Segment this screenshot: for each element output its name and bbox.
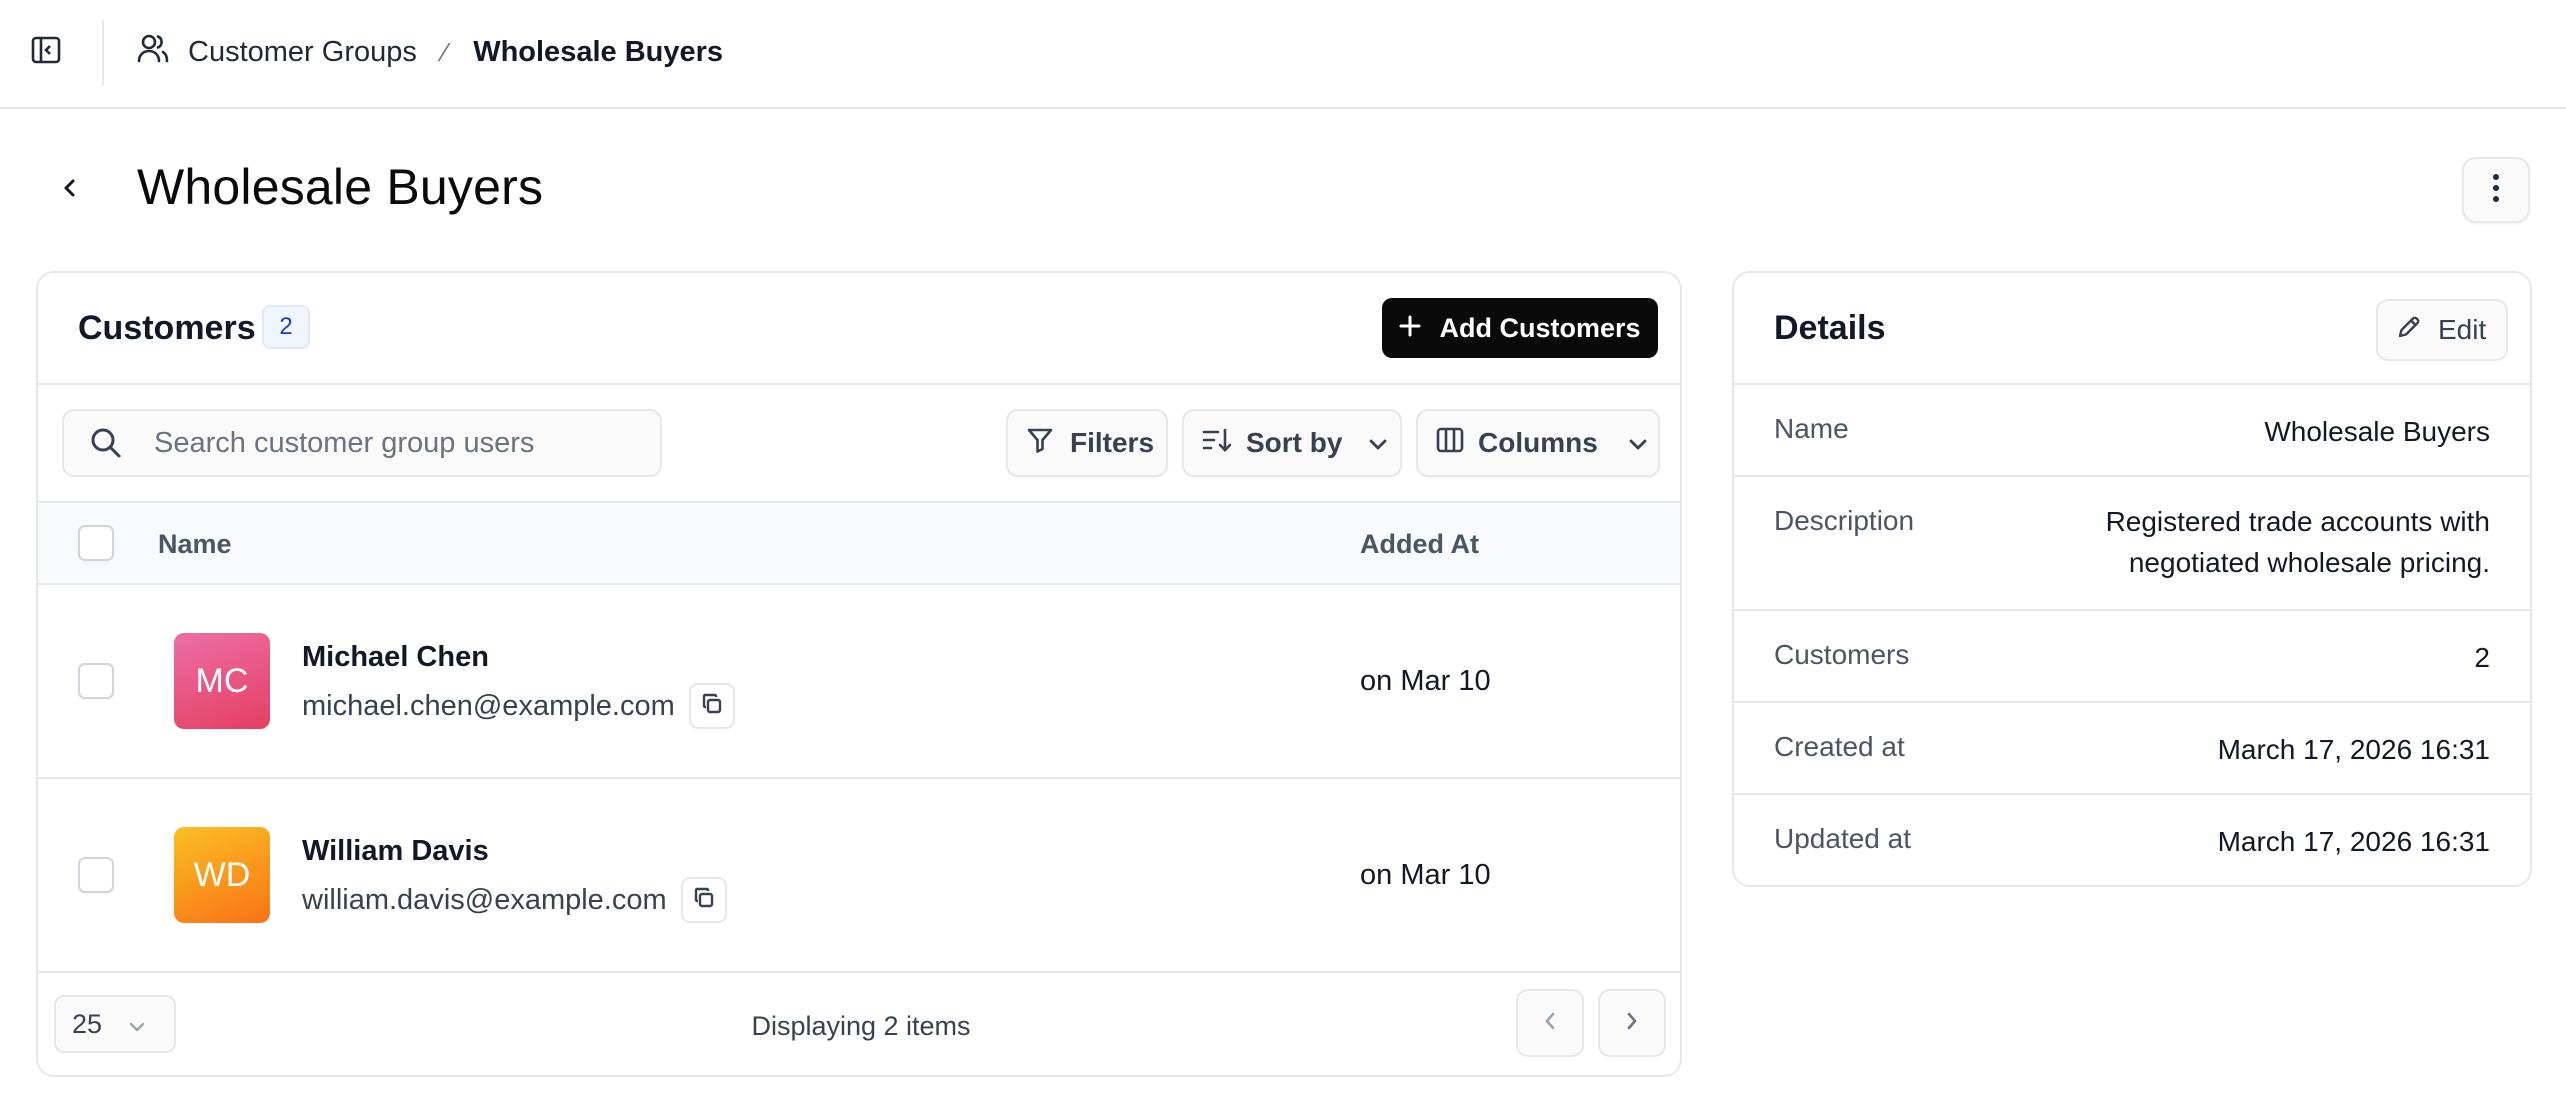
breadcrumb-current: Wholesale Buyers <box>473 35 724 68</box>
customers-count-badge: 2 <box>262 305 310 349</box>
table-row[interactable]: WD William Davis william.davis@example.c… <box>38 779 1680 973</box>
copy-icon <box>693 884 715 917</box>
detail-value: Wholesale Buyers <box>2264 416 2490 447</box>
breadcrumb-separator: ⁄ <box>442 36 448 67</box>
customers-title: Customers <box>78 309 256 347</box>
customer-email-cell: michael.chen@example.com <box>302 683 735 729</box>
detail-label: Updated at <box>1774 823 1911 854</box>
detail-value: 2 <box>2474 642 2490 673</box>
chevron-down-icon <box>1368 427 1388 459</box>
copy-email-button[interactable] <box>688 683 735 729</box>
chevron-right-icon <box>1625 1010 1639 1037</box>
chevron-left-icon <box>60 176 80 205</box>
filters-button[interactable]: Filters <box>1006 409 1168 477</box>
pencil-icon <box>2396 314 2422 347</box>
breadcrumb-customer-groups[interactable]: Customer Groups <box>136 31 417 73</box>
customer-name: Michael Chen <box>302 641 489 673</box>
avatar: MC <box>174 633 270 729</box>
plus-icon <box>1399 313 1421 344</box>
columns-icon <box>1436 426 1464 461</box>
customer-email: william.davis@example.com <box>302 883 667 916</box>
customer-email: michael.chen@example.com <box>302 689 675 722</box>
page-size-select[interactable]: 25 <box>54 995 176 1053</box>
row-checkbox[interactable] <box>78 663 114 699</box>
edit-button[interactable]: Edit <box>2376 299 2508 361</box>
added-at: on Mar 10 <box>1360 859 1491 891</box>
filters-label: Filters <box>1070 427 1155 458</box>
search-input[interactable] <box>154 426 634 460</box>
customer-email-cell: william.davis@example.com <box>302 877 727 923</box>
back-button[interactable] <box>50 170 90 210</box>
previous-page-button[interactable] <box>1516 989 1584 1057</box>
detail-row-created-at: Created at March 17, 2026 16:31 <box>1734 703 2530 795</box>
chevron-down-icon <box>128 1009 146 1040</box>
select-all-checkbox[interactable] <box>78 525 114 561</box>
columns-button[interactable]: Columns <box>1416 409 1660 477</box>
details-header: Details Edit <box>1734 273 2530 385</box>
sort-by-label: Sort by <box>1246 427 1343 458</box>
chevron-down-icon <box>1628 427 1648 459</box>
chevron-left-icon <box>1543 1010 1557 1037</box>
detail-value: Registered trade accounts with negotiate… <box>2106 501 2490 583</box>
page-title: Wholesale Buyers <box>137 159 544 215</box>
detail-label: Customers <box>1774 639 1910 670</box>
more-vertical-icon <box>2492 173 2500 208</box>
customers-card: Customers 2 Add Customers Search custome… <box>36 271 1682 1077</box>
add-customers-button[interactable]: Add Customers <box>1382 298 1658 358</box>
top-bar: Customer Groups ⁄ Wholesale Buyers <box>0 0 2566 109</box>
next-page-button[interactable] <box>1598 989 1666 1057</box>
sidebar-toggle-button[interactable] <box>26 34 66 70</box>
sort-by-button[interactable]: Sort by <box>1182 409 1402 477</box>
page-size-value: 25 <box>72 1008 103 1039</box>
table-row[interactable]: MC Michael Chen michael.chen@example.com… <box>38 585 1680 779</box>
filter-icon <box>1026 426 1054 461</box>
topbar-divider <box>102 20 104 86</box>
row-checkbox[interactable] <box>78 857 114 893</box>
copy-icon <box>701 690 723 723</box>
column-header-added-at[interactable]: Added At <box>1360 529 1479 560</box>
columns-label: Columns <box>1478 427 1598 458</box>
sidebar-toggle-icon <box>31 36 61 69</box>
customer-name: William Davis <box>302 835 489 867</box>
column-header-name[interactable]: Name <box>158 529 232 560</box>
description-line: negotiated wholesale pricing. <box>2128 547 2490 578</box>
detail-label: Name <box>1774 413 1849 444</box>
displaying-count: Displaying 2 items <box>751 1011 971 1041</box>
detail-row-name: Name Wholesale Buyers <box>1734 385 2530 477</box>
detail-label: Created at <box>1774 731 1905 762</box>
table-footer: Displaying 2 items 25 <box>38 973 1680 1075</box>
detail-value: March 17, 2026 16:31 <box>2217 826 2490 857</box>
customers-card-header: Customers 2 Add Customers <box>38 273 1680 385</box>
breadcrumb-parent-label: Customer Groups <box>188 35 417 68</box>
details-card: Details Edit Name Wholesale Buyers Descr… <box>1732 271 2532 887</box>
edit-label: Edit <box>2438 314 2487 345</box>
detail-label: Description <box>1774 505 1915 536</box>
table-header: Name Added At <box>38 503 1680 585</box>
more-actions-button[interactable] <box>2462 157 2530 223</box>
details-title: Details <box>1774 309 1886 347</box>
users-icon <box>136 31 170 73</box>
add-customers-label: Add Customers <box>1439 312 1641 343</box>
detail-value: March 17, 2026 16:31 <box>2217 734 2490 765</box>
added-at: on Mar 10 <box>1360 665 1491 697</box>
search-box[interactable] <box>62 409 662 477</box>
sort-icon <box>1202 427 1232 460</box>
search-icon <box>90 425 126 461</box>
detail-row-description: Description Registered trade accounts wi… <box>1734 477 2530 611</box>
customers-toolbar: Filters Sort by Columns <box>38 385 1680 503</box>
breadcrumb: Customer Groups ⁄ Wholesale Buyers <box>136 30 723 74</box>
detail-row-customers: Customers 2 <box>1734 611 2530 703</box>
avatar: WD <box>174 827 270 923</box>
detail-row-updated-at: Updated at March 17, 2026 16:31 <box>1734 795 2530 885</box>
copy-email-button[interactable] <box>680 877 727 923</box>
description-line: Registered trade accounts with <box>2105 506 2490 537</box>
